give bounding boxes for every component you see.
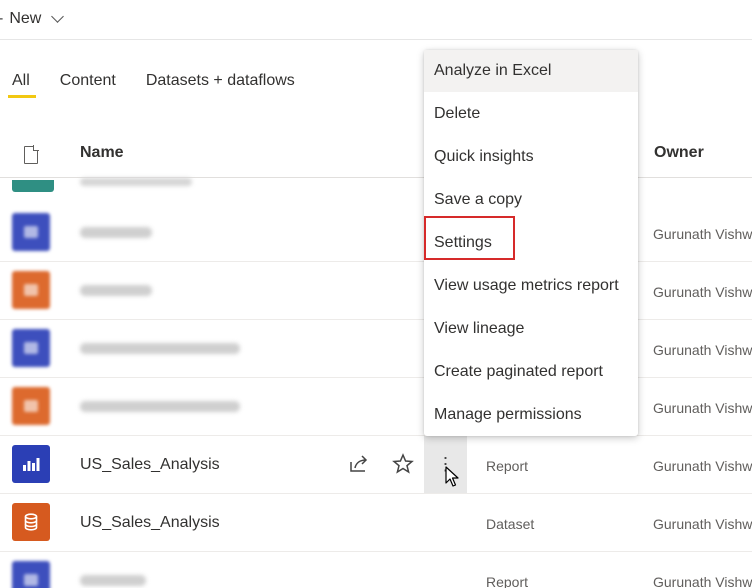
- table-row[interactable]: Gurunath Vishw: [0, 378, 752, 436]
- row-owner: Gurunath Vishw: [653, 226, 752, 242]
- dataset-icon: [12, 387, 50, 425]
- new-button-label: New: [9, 10, 42, 27]
- table-row[interactable]: Report Gurunath Vishw: [0, 552, 752, 588]
- report-icon: [12, 329, 50, 367]
- tab-all[interactable]: All: [8, 72, 36, 98]
- menu-item-create-paginated-report[interactable]: Create paginated report: [424, 351, 638, 393]
- report-icon: [12, 561, 50, 588]
- dataset-icon: [12, 503, 50, 541]
- menu-item-view-usage-metrics[interactable]: View usage metrics report: [424, 265, 638, 307]
- report-icon: [12, 213, 50, 251]
- menu-item-delete[interactable]: Delete: [424, 93, 638, 135]
- blurred-item-name: [80, 227, 152, 238]
- row-type: Dataset: [486, 516, 535, 532]
- dataflow-icon: [12, 180, 54, 192]
- row-owner: Gurunath Vishw: [653, 574, 752, 588]
- row-type: Report: [486, 458, 529, 474]
- row-owner: Gurunath Vishw: [653, 516, 752, 532]
- menu-item-quick-insights[interactable]: Quick insights: [424, 136, 638, 178]
- row-owner: Gurunath Vishw: [653, 400, 752, 416]
- blurred-item-name: [80, 178, 192, 186]
- row-name[interactable]: US_Sales_Analysis: [80, 456, 220, 474]
- table-header: Name Owner: [0, 130, 752, 178]
- blurred-item-name: [80, 285, 152, 296]
- table-row[interactable]: US_Sales_Analysis Dataset Gurunath Vishw: [0, 494, 752, 552]
- tab-datasets-dataflows[interactable]: Datasets + dataflows: [146, 72, 295, 98]
- file-type-icon: [24, 145, 39, 164]
- top-toolbar: - New: [0, 0, 752, 40]
- blurred-item-name: [80, 343, 240, 354]
- blurred-item-name: [80, 575, 146, 586]
- table-row[interactable]: US_Sales_Analysis ⋮ Report Gurunath Vish…: [0, 436, 752, 494]
- share-icon[interactable]: [348, 453, 370, 475]
- report-icon: [12, 445, 50, 483]
- table-row[interactable]: Gurunath Vishw: [0, 320, 752, 378]
- content-tabs: All Content Datasets + dataflows: [8, 72, 295, 98]
- table-row[interactable]: Gurunath Vishw: [0, 262, 752, 320]
- plus-icon: -: [0, 10, 3, 28]
- settings-highlight-box: [424, 216, 515, 260]
- dataset-icon: [12, 271, 50, 309]
- new-button[interactable]: - New: [0, 6, 65, 32]
- row-name[interactable]: US_Sales_Analysis: [80, 514, 220, 532]
- row-owner: Gurunath Vishw: [653, 458, 752, 474]
- tab-content[interactable]: Content: [60, 72, 116, 98]
- menu-item-view-lineage[interactable]: View lineage: [424, 308, 638, 350]
- table-row[interactable]: Gurunath Vishw: [0, 204, 752, 262]
- menu-item-manage-permissions[interactable]: Manage permissions: [424, 394, 638, 436]
- row-owner: Gurunath Vishw: [653, 342, 752, 358]
- column-header-name[interactable]: Name: [80, 144, 124, 162]
- favorite-star-icon[interactable]: [392, 453, 414, 475]
- chevron-down-icon: [51, 10, 65, 23]
- column-header-owner[interactable]: Owner: [654, 144, 704, 162]
- menu-item-analyze-in-excel[interactable]: Analyze in Excel: [424, 50, 638, 92]
- row-type: Report: [486, 574, 529, 588]
- row-owner: Gurunath Vishw: [653, 284, 752, 300]
- menu-item-save-a-copy[interactable]: Save a copy: [424, 179, 638, 221]
- mouse-pointer-icon: [445, 466, 459, 487]
- blurred-item-name: [80, 401, 240, 412]
